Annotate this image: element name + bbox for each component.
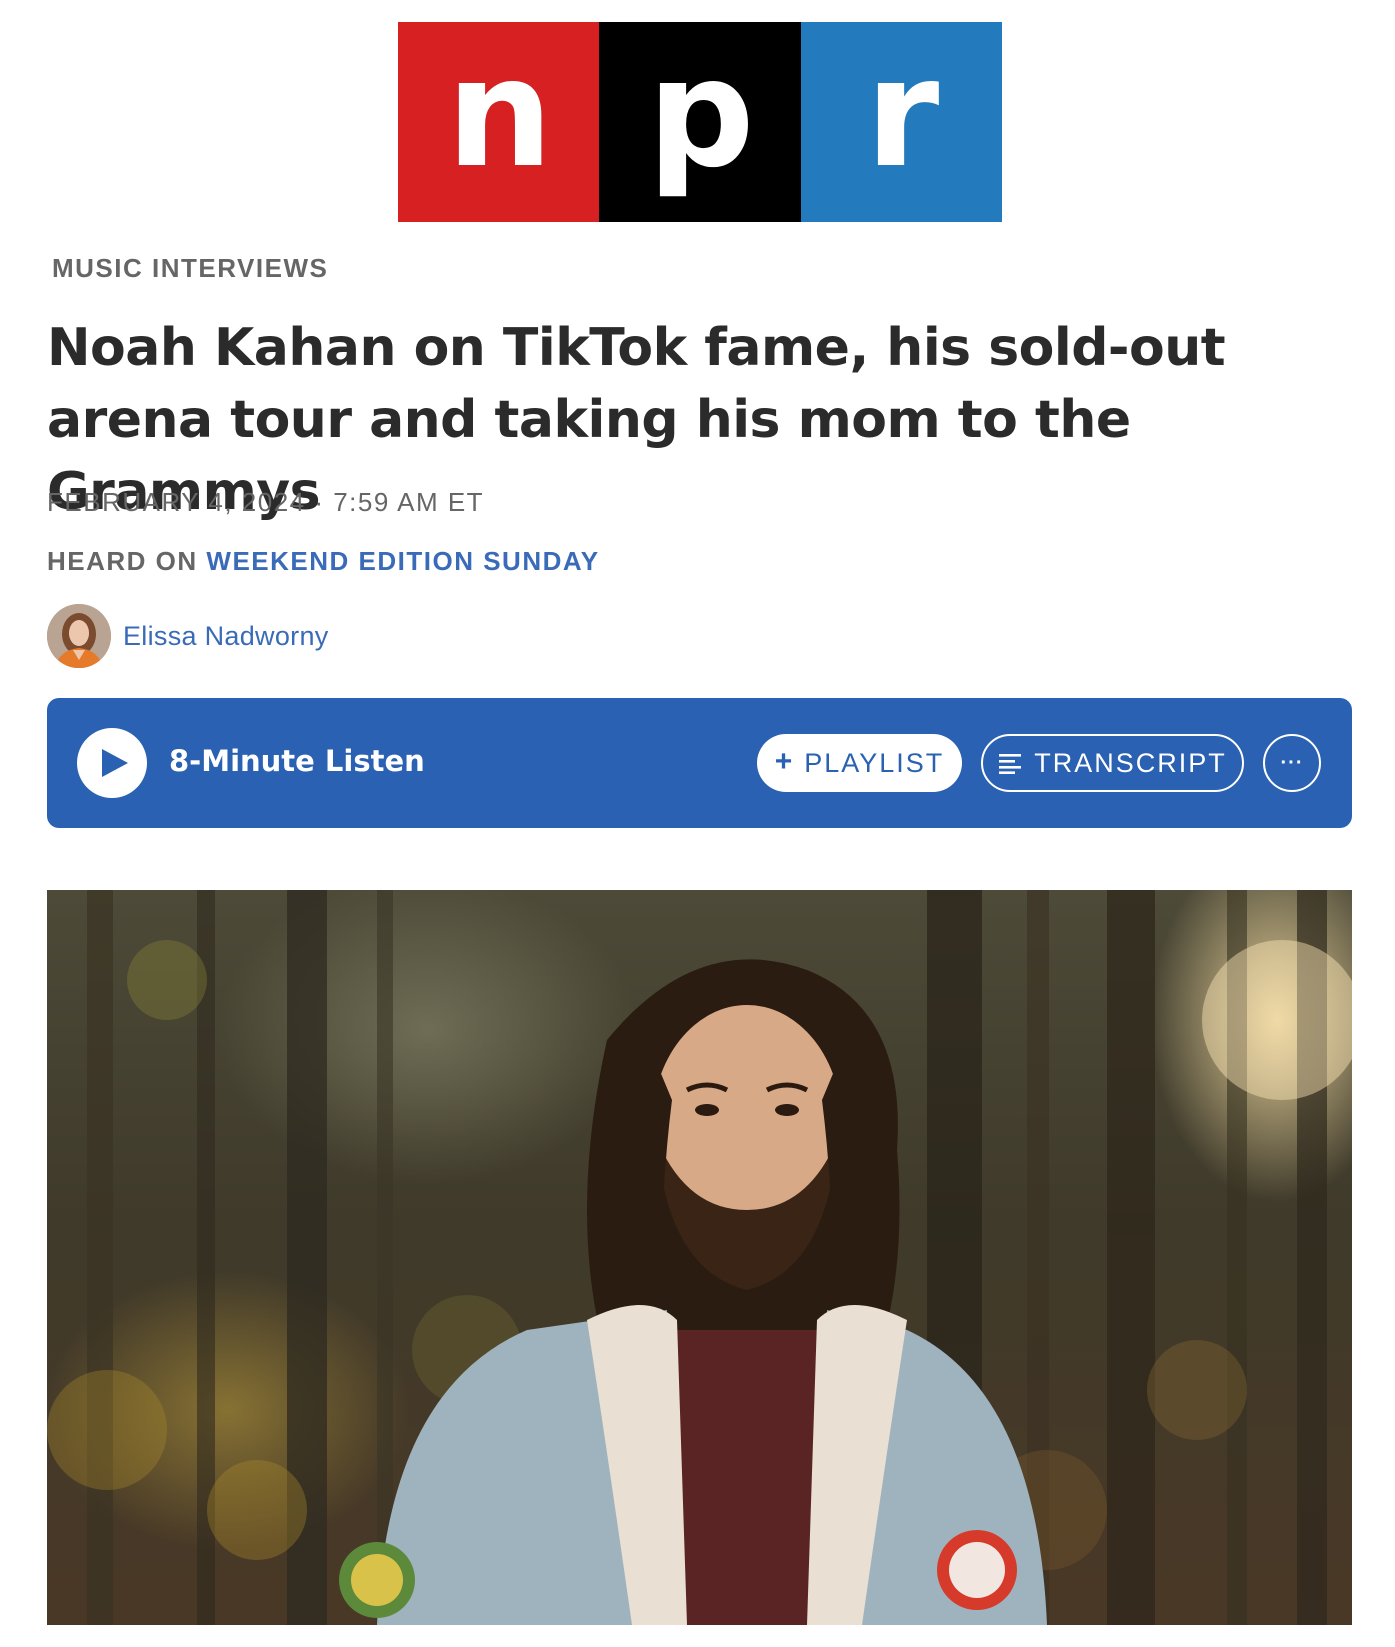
hero-photo [47, 890, 1352, 1625]
listen-duration-label: 8-Minute Listen [169, 744, 425, 778]
byline: Elissa Nadworny [47, 604, 329, 668]
logo-letter-r: r [800, 22, 1002, 222]
author-avatar[interactable] [47, 604, 111, 668]
audio-player: 8-Minute Listen + PLAYLIST TRANSCRIPT ··… [47, 698, 1352, 828]
heard-on: HEARD ON WEEKEND EDITION SUNDAY [47, 546, 600, 577]
author-avatar-image [47, 604, 111, 668]
transcript-lines-icon [999, 754, 1022, 774]
logo-letter-p: p [599, 22, 801, 222]
more-dots-icon: ··· [1280, 751, 1304, 774]
logo-letter-n: n [398, 22, 600, 222]
plus-icon: + [774, 745, 795, 778]
npr-logo[interactable]: n p r [398, 22, 1002, 222]
transcript-button[interactable]: TRANSCRIPT [981, 734, 1244, 792]
author-name[interactable]: Elissa Nadworny [123, 621, 329, 652]
more-options-button[interactable]: ··· [1263, 734, 1321, 792]
play-button[interactable] [77, 728, 147, 798]
section-label[interactable]: MUSIC INTERVIEWS [52, 253, 328, 284]
show-link[interactable]: WEEKEND EDITION SUNDAY [206, 546, 599, 576]
playlist-label: PLAYLIST [804, 747, 945, 778]
hero-photo-illustration [47, 890, 1352, 1625]
transcript-label: TRANSCRIPT [1034, 747, 1227, 778]
play-icon [102, 749, 128, 777]
article-dateline: FEBRUARY 4, 2024 · 7:59 AM ET [47, 487, 485, 517]
add-to-playlist-button[interactable]: + PLAYLIST [757, 734, 962, 792]
heard-on-prefix: HEARD ON [47, 546, 207, 576]
